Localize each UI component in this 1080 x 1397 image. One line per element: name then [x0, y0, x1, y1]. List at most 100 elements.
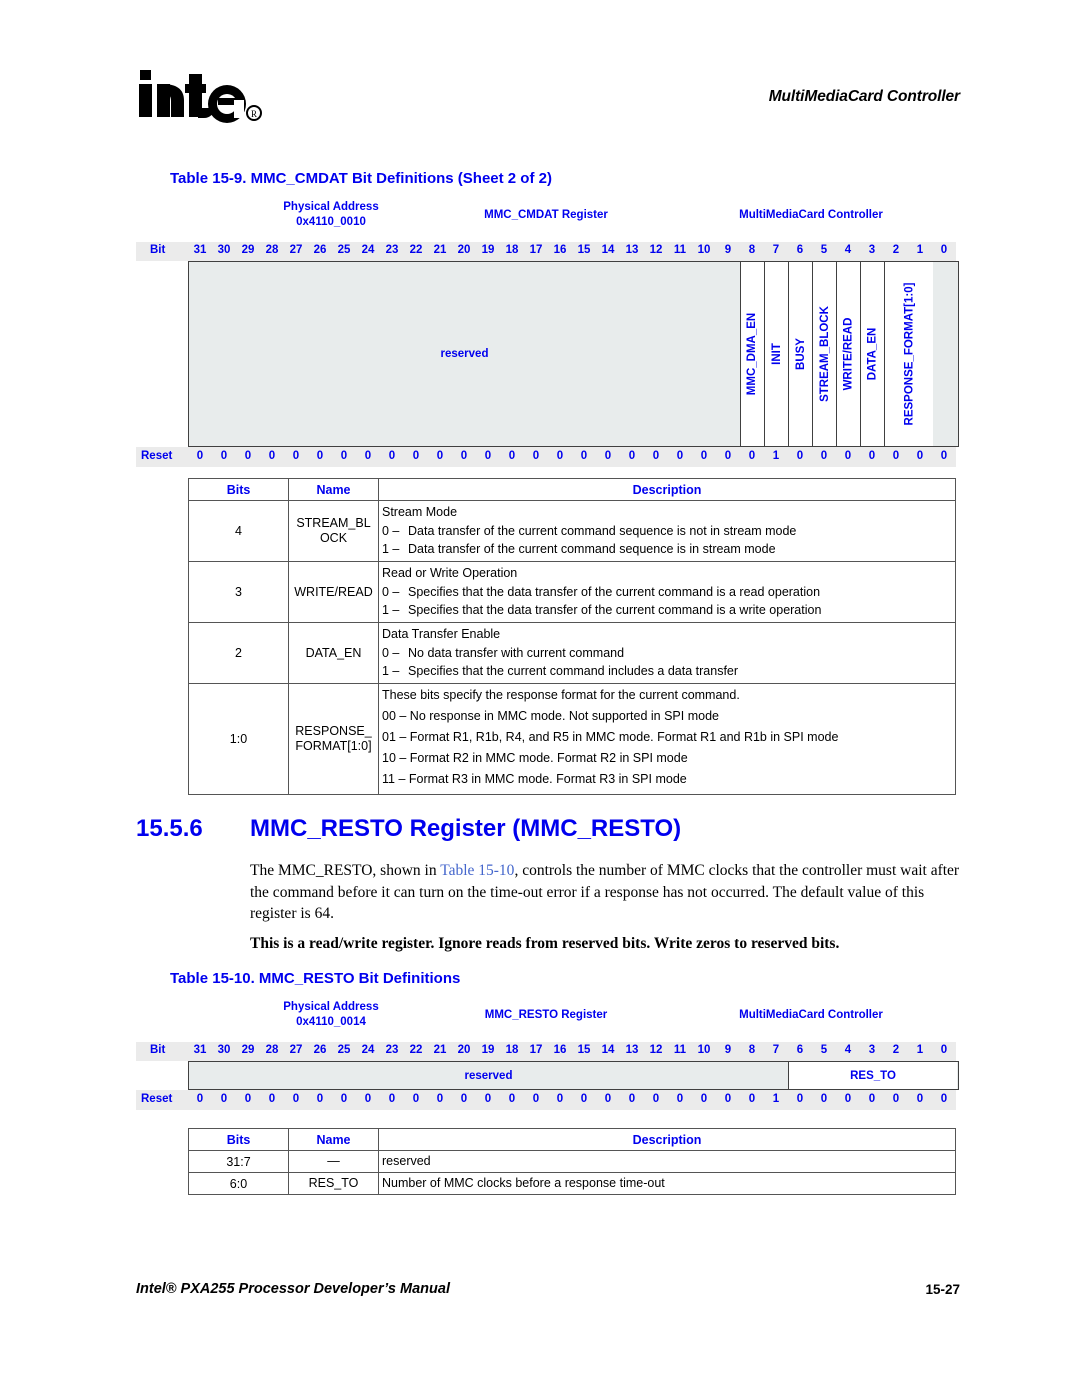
row-name: —: [288, 1150, 379, 1173]
register-field: DATA_EN: [861, 262, 885, 446]
reset-bit-value: 0: [724, 450, 732, 462]
column-header-description: Description: [378, 478, 956, 501]
reset-bit-value: 1: [772, 450, 780, 462]
reset-bit-value: 0: [580, 1093, 588, 1105]
description-option: 00 – No response in MMC mode. Not suppor…: [382, 709, 719, 723]
table-15-10-link[interactable]: Table 15-10: [440, 862, 514, 879]
reset-bit-value: 0: [916, 450, 924, 462]
register-field: RES_TO: [789, 1062, 957, 1089]
reset-bit-value: 0: [388, 450, 396, 462]
unit-name-label: MultiMediaCard Controller: [739, 1009, 883, 1021]
bit-number: 17: [529, 1044, 543, 1056]
document-page: R MultiMediaCard Controller Table 15-9. …: [0, 0, 1080, 1397]
reset-bit-value: 0: [700, 450, 708, 462]
register-field: reserved: [189, 1062, 789, 1089]
bit-number: 25: [337, 1044, 351, 1056]
reset-bit-value: 0: [268, 450, 276, 462]
bit-number: 29: [241, 244, 255, 256]
row-description: reserved: [378, 1150, 956, 1173]
row-name: WRITE/READ: [288, 561, 379, 623]
register-field: BUSY: [789, 262, 813, 446]
bit-number: 14: [601, 1044, 615, 1056]
bit-number: 1: [916, 244, 924, 256]
row-bits: 4: [188, 500, 289, 562]
reset-bit-value: 0: [868, 1093, 876, 1105]
bit-number: 18: [505, 244, 519, 256]
bit-number: 6: [796, 1044, 804, 1056]
reset-bit-value: 0: [436, 1093, 444, 1105]
bit-number: 10: [697, 244, 711, 256]
description-option: 11 – Format R3 in MMC mode. Format R3 in…: [382, 772, 687, 786]
row-name: RESPONSE_ FORMAT[1:0]: [288, 683, 379, 795]
intel-logo: R: [139, 70, 262, 123]
reset-bit-value: 0: [460, 450, 468, 462]
reset-bit-value: 0: [796, 1093, 804, 1105]
section-heading: 15.5.6 MMC_RESTO Register (MMC_RESTO): [136, 815, 966, 843]
row-name: DATA_EN: [288, 622, 379, 684]
description-option: 1 – Data transfer of the current command …: [382, 541, 952, 558]
footer-page-number: 15-27: [925, 1282, 960, 1297]
register-field-row: reserved RES_TO: [188, 1061, 959, 1090]
reset-bit-value: 0: [652, 1093, 660, 1105]
table-row: 4 STREAM_BLOCK Stream Mode 0 – Data transfer…: [188, 500, 956, 562]
reset-bit-value: 0: [820, 1093, 828, 1105]
field-name: MMC_DMA_EN: [746, 312, 759, 396]
reset-bit-value: 0: [412, 450, 420, 462]
bit-number: 3: [868, 1044, 876, 1056]
field-name: RESPONSE_FORMAT[1:0]: [903, 282, 916, 426]
reset-bit-value: 0: [196, 1093, 204, 1105]
row-bits: 2: [188, 622, 289, 684]
table-row: 1:0 RESPONSE_ FORMAT[1:0] These bits specif…: [188, 683, 956, 795]
bit-number: 7: [772, 1044, 780, 1056]
section-number: 15.5.6: [136, 815, 203, 842]
row-description: Number of MMC clocks before a response t…: [378, 1172, 956, 1195]
reset-bit-value: 0: [676, 1093, 684, 1105]
option-text: Data transfer of the current command seq…: [408, 524, 797, 538]
mmc-resto-bit-definitions-table: Bits Name Description 31:7— reserved 6:0 RES_T…: [188, 1128, 956, 1195]
bit-word-label: Bit: [150, 244, 166, 256]
column-header-name: Name: [288, 478, 379, 501]
option-text: Specifies that the data transfer of the …: [408, 603, 822, 617]
reset-bit-value: 0: [244, 450, 252, 462]
reset-bit-value: 0: [340, 450, 348, 462]
reset-bit-value: 0: [460, 1093, 468, 1105]
bit-number: 24: [361, 244, 375, 256]
mmc-resto-register-diagram: Physical Address 0x4110_0014 MMC_RESTO Reg…: [136, 1000, 959, 1110]
option-text: Specifies that the data transfer of the …: [408, 585, 821, 599]
reset-bit-value: 0: [532, 1093, 540, 1105]
bit-number: 16: [553, 244, 567, 256]
reset-bit-value: 0: [484, 1093, 492, 1105]
bit-number: 12: [649, 1044, 663, 1056]
bit-number: 31: [193, 244, 207, 256]
bit-number: 1: [916, 1044, 924, 1056]
description-option: 1 – Specifies that the data transfer of t…: [382, 602, 952, 619]
reset-bit-value: 0: [196, 450, 204, 462]
reset-bit-value: 0: [580, 450, 588, 462]
bit-number: 22: [409, 244, 423, 256]
option-key: 0 –: [382, 646, 400, 660]
row-bits: 31:7: [188, 1150, 289, 1173]
row-description: Read or Write Operation 0 – Specifies that…: [378, 561, 956, 623]
bit-number: 21: [433, 244, 447, 256]
option-key: 1 –: [382, 542, 400, 556]
description-heading: These bits specify the response format f…: [382, 688, 740, 702]
reset-bit-value: 0: [748, 450, 756, 462]
bit-number: 15: [577, 244, 591, 256]
bit-number: 11: [673, 244, 687, 256]
description-heading: Data Transfer Enable: [382, 627, 501, 641]
bit-number: 10: [697, 1044, 711, 1056]
bit-number: 27: [289, 1044, 303, 1056]
reset-bit-value: 0: [316, 450, 324, 462]
reset-bit-value: 0: [676, 450, 684, 462]
bit-number: 20: [457, 1044, 471, 1056]
bit-number: 31: [193, 1044, 207, 1056]
bit-number: 12: [649, 244, 663, 256]
bit-number: 14: [601, 244, 615, 256]
bit-number: 19: [481, 244, 495, 256]
column-header-name: Name: [288, 1128, 379, 1151]
register-field: WRITE/READ: [837, 262, 861, 446]
reset-bit-value: 0: [316, 1093, 324, 1105]
page-header: R MultiMediaCard Controller: [0, 0, 1080, 140]
description-option: 0 – No data transfer with current command: [382, 645, 952, 662]
bit-number: 5: [820, 244, 828, 256]
